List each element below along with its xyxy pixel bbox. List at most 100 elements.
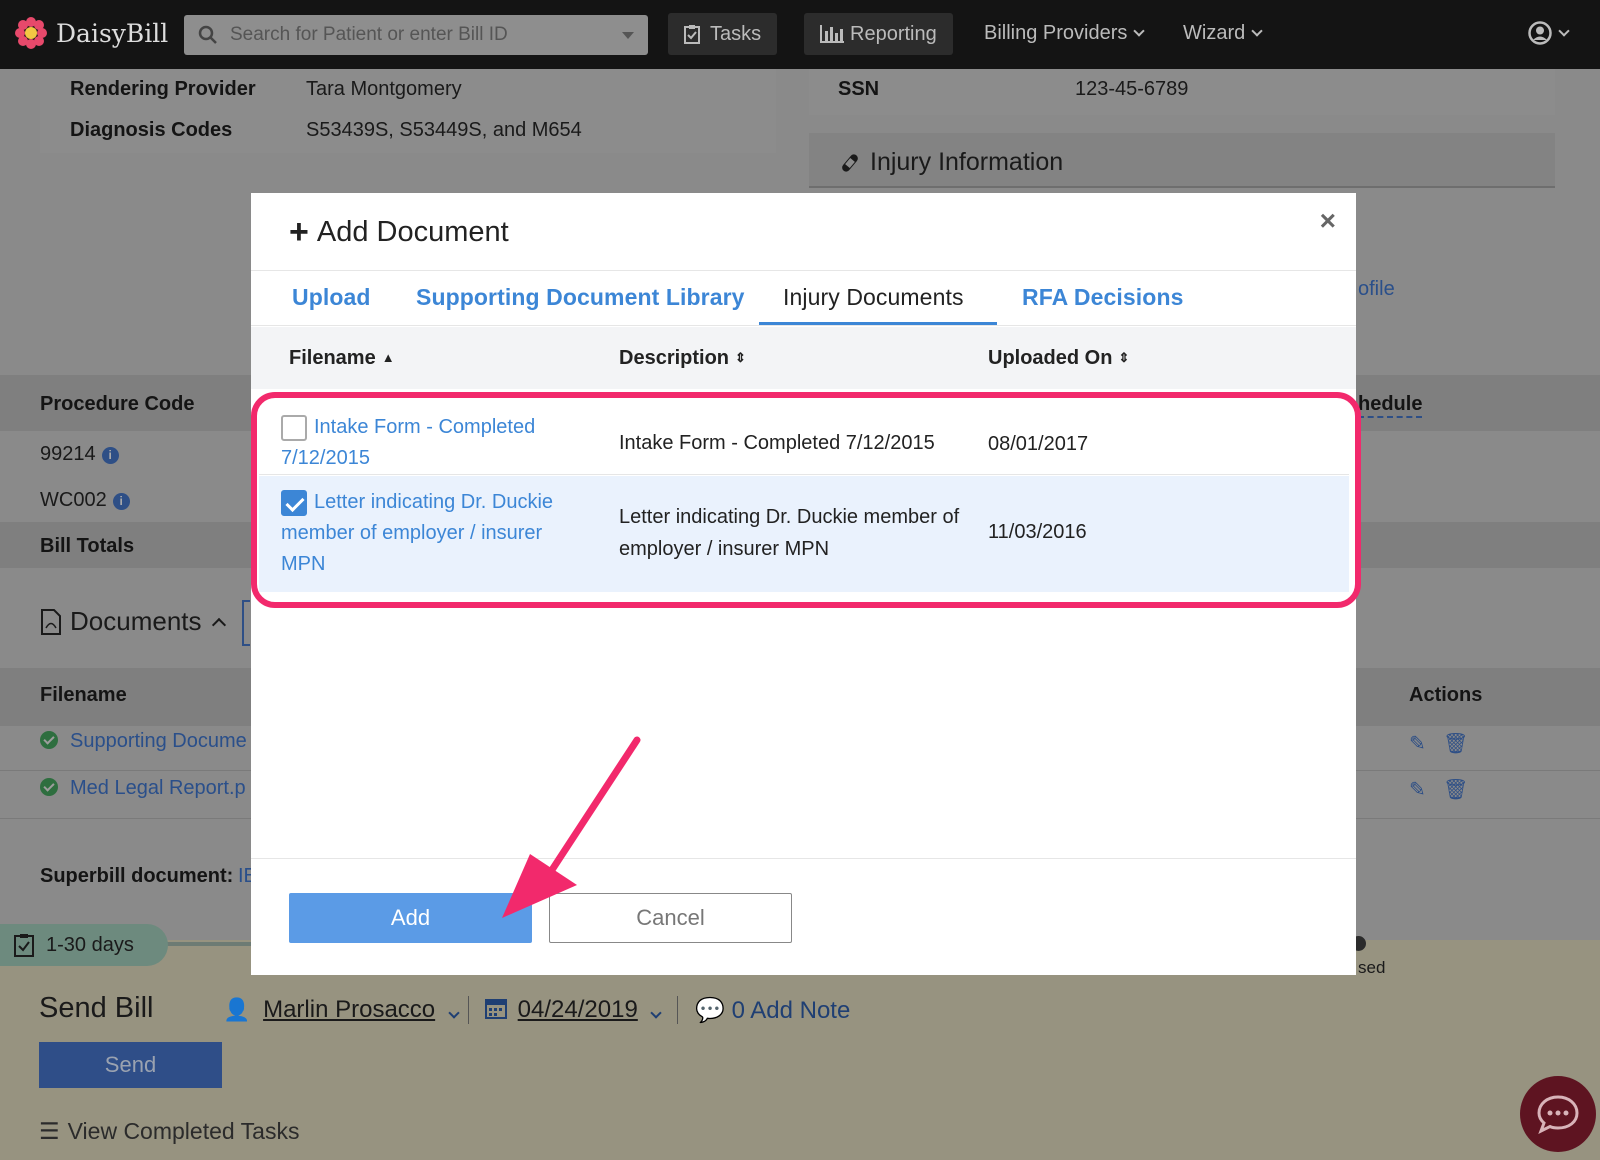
billing-providers-menu[interactable]: Billing Providers [984,22,1146,45]
column-filename[interactable]: Filename ▲ [289,347,395,370]
view-completed-tasks-link[interactable]: ☰ View Completed Tasks [39,1118,299,1145]
tab-injury-documents[interactable]: Injury Documents [783,284,964,311]
procedure-code-value: WC002 [40,489,107,511]
table-row[interactable]: Letter indicating Dr. Duckie member of e… [259,476,1349,592]
trash-icon[interactable]: 🗑 [1443,731,1468,756]
daisy-icon [15,17,47,49]
wizard-menu[interactable]: Wizard [1183,22,1263,45]
comment-icon: 💬 [695,997,725,1024]
documents-table-header: Filename ▲ Description ⇕ Uploaded On ⇕ [251,327,1356,389]
document-link[interactable]: Med Legal Report.p [70,777,246,799]
modal-title: + Add Document [289,215,509,249]
document-row[interactable]: Supporting Docume [40,730,247,753]
diagnosis-codes-label: Diagnosis Codes [70,119,233,141]
search-dropdown-caret-icon[interactable] [622,32,634,39]
sort-icon: ⇕ [1118,350,1130,365]
chevron-up-icon[interactable] [211,617,226,632]
brand-name: DaisyBill [56,18,169,48]
description-cell: Letter indicating Dr. Duckie member of e… [619,506,960,560]
add-document-modal: + Add Document × Upload Supporting Docum… [251,193,1356,975]
documents-section-title[interactable]: Documents [40,606,226,637]
active-tab-indicator [759,322,997,325]
document-link[interactable]: Supporting Docume [70,730,247,752]
tab-rfa-decisions[interactable]: RFA Decisions [1022,284,1184,311]
add-note-link[interactable]: 💬 0 Add Note [695,996,850,1025]
days-pill-label: 1-30 days [46,933,134,956]
divider [677,996,678,1024]
chevron-down-icon [1251,25,1263,37]
info-icon[interactable]: i [101,447,119,464]
chevron-down-icon [448,1007,460,1019]
days-pill: 1-30 days [0,924,168,966]
column-uploaded-on-label: Uploaded On [988,347,1113,369]
uploaded-on-cell: 08/01/2017 [988,433,1089,455]
check-circle-icon [40,731,58,749]
documents-action-button-edge[interactable] [242,600,250,646]
info-icon[interactable]: i [112,493,130,510]
timeline-status-label: sed [1358,958,1386,977]
schedule-link[interactable]: hedule [1358,393,1423,418]
superbill-label: Superbill document: [40,865,234,887]
reporting-button[interactable]: Reporting [804,13,953,55]
column-description[interactable]: Description ⇕ [619,347,746,370]
send-button[interactable]: Send [39,1042,222,1088]
uploaded-on-cell: 11/03/2016 [988,521,1087,543]
send-bill-title: Send Bill [39,992,154,1024]
check-circle-icon [40,778,58,796]
ssn-label: SSN [838,78,880,100]
column-uploaded-on[interactable]: Uploaded On ⇕ [988,347,1129,370]
tab-upload[interactable]: Upload [292,284,371,311]
pencil-icon[interactable]: ✎ [1409,731,1426,756]
reporting-label: Reporting [850,22,937,45]
procedure-code-row: WC002 i [40,489,130,512]
diagnosis-codes-value: S53439S, S53449S, and M654 [306,119,582,141]
chat-widget-button[interactable] [1520,1076,1596,1152]
document-row[interactable]: Med Legal Report.p [40,777,246,800]
list-icon: ☰ [39,1118,60,1144]
user-circle-icon [1528,21,1552,45]
pencil-icon[interactable]: ✎ [1409,777,1426,802]
tab-supporting-document-library[interactable]: Supporting Document Library [416,284,745,311]
procedure-code-value: 99214 [40,443,96,465]
injury-info-title-text: Injury Information [870,148,1064,176]
rendering-provider-label: Rendering Provider [70,78,256,100]
injury-info-title: Injury Information [838,148,1063,177]
top-navbar: DaisyBill Tasks Reporting Billing Provid… [0,0,1600,69]
assignee-name: Marlin Prosacco [263,996,436,1023]
clipboard-check-icon [684,25,700,44]
modal-header: + Add Document × [251,193,1356,271]
search-box[interactable] [184,15,648,55]
date-selector[interactable]: 04/24/2019 [485,996,663,1024]
table-row[interactable]: Intake Form - Completed 7/12/2015 Intake… [259,405,1349,475]
user-menu[interactable] [1528,21,1570,45]
filename-link[interactable]: Intake Form - Completed 7/12/2015 [281,412,581,474]
sort-ascending-icon: ▲ [381,350,395,365]
selected-date: 04/24/2019 [517,996,638,1023]
tasks-button[interactable]: Tasks [668,13,778,55]
chevron-down-icon [1558,24,1570,37]
billing-providers-label: Billing Providers [984,22,1128,44]
chevron-down-icon [1133,25,1146,37]
description-cell: Intake Form - Completed 7/12/2015 [619,432,935,454]
chevron-down-icon [650,1007,663,1019]
filename-link[interactable]: Letter indicating Dr. Duckie member of e… [281,487,591,580]
assignee-selector[interactable]: 👤 Marlin Prosacco [223,996,460,1024]
brand-logo[interactable]: DaisyBill [14,16,168,50]
column-description-label: Description [619,347,730,369]
chat-icon [1537,1095,1579,1134]
trash-icon[interactable]: 🗑 [1443,777,1468,802]
calendar-icon [485,999,507,1019]
profile-link[interactable]: ofile [1358,278,1395,301]
pointer-arrow-annotation [502,736,641,918]
ssn-value: 123-45-6789 [1075,78,1189,100]
add-note-label: 0 Add Note [731,997,851,1024]
bar-chart-icon [820,25,844,43]
close-icon[interactable]: × [1320,205,1336,237]
procedure-code-row: 99214 i [40,443,119,466]
search-input[interactable] [230,24,600,46]
modal-footer-divider [251,858,1356,859]
rendering-provider-value: Tara Montgomery [306,78,462,100]
search-icon [198,25,217,44]
actions-header: Actions [1409,684,1483,706]
pdf-file-icon [41,608,61,635]
